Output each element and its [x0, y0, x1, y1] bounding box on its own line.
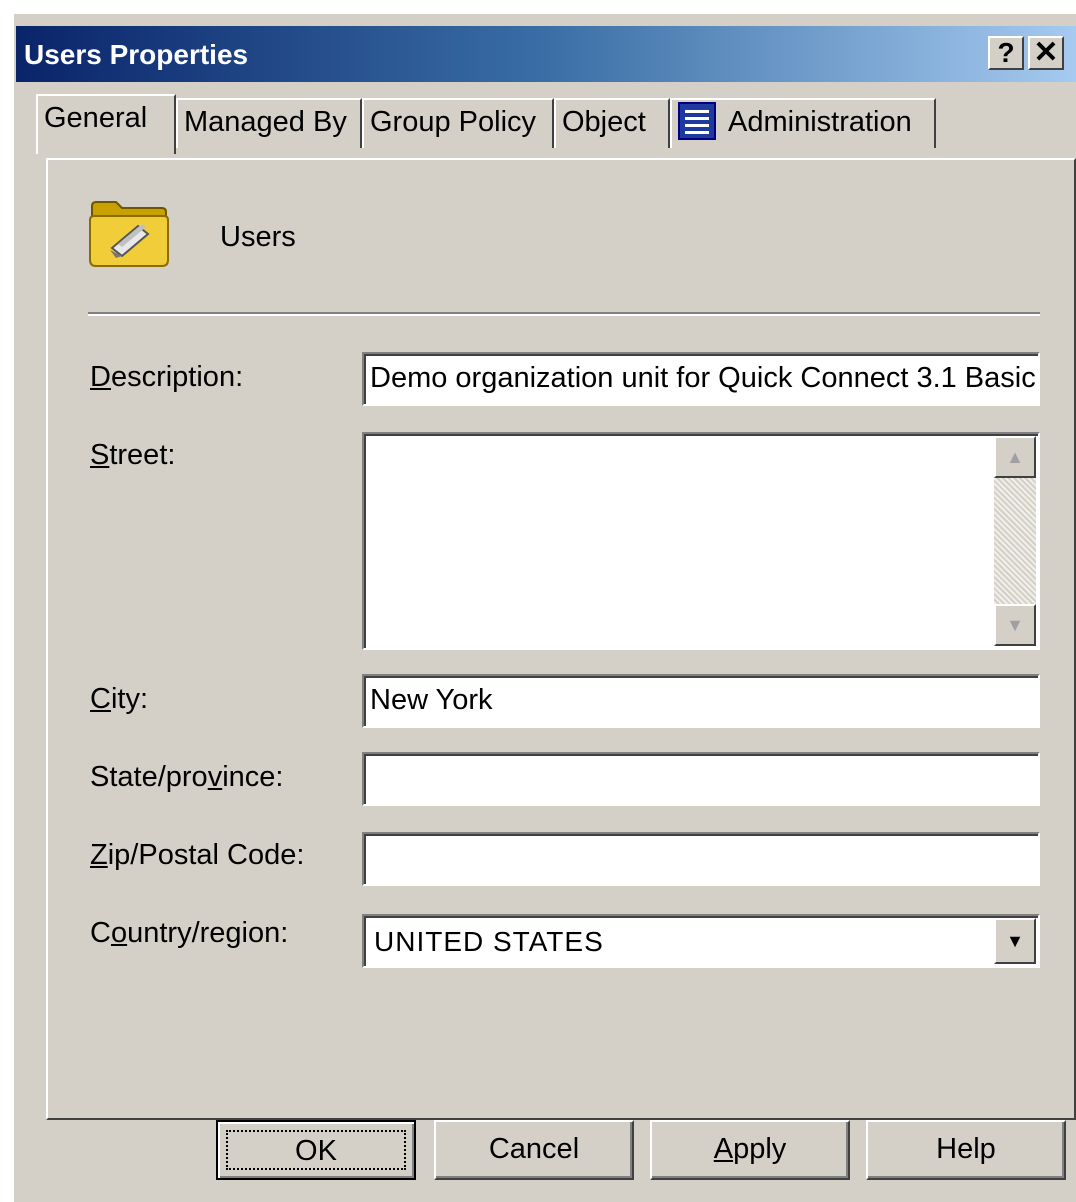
title-bar: Users Properties ? ✕	[16, 26, 1076, 82]
general-tab-panel: Users Description: Demo organization uni…	[46, 158, 1076, 1120]
country-label: Country/region:	[90, 917, 289, 949]
country-dropdown[interactable]: UNITED STATES ▼	[362, 914, 1040, 968]
chevron-down-icon[interactable]: ▼	[994, 918, 1036, 964]
apply-button[interactable]: Apply	[650, 1120, 850, 1180]
ok-button[interactable]: OK	[216, 1120, 416, 1180]
tab-managed-by[interactable]: Managed By	[176, 98, 362, 148]
tab-object[interactable]: Object	[554, 98, 670, 148]
scroll-down-button[interactable]: ▼	[994, 604, 1036, 646]
tab-administration[interactable]: Administration	[670, 98, 936, 148]
state-field[interactable]	[362, 752, 1040, 806]
help-title-button[interactable]: ?	[988, 36, 1024, 70]
properties-dialog: Users Properties ? ✕ General Managed By …	[12, 12, 1076, 1202]
ok-button-label: OK	[226, 1130, 406, 1170]
street-label: Street:	[90, 439, 176, 471]
country-value: UNITED STATES	[374, 926, 604, 957]
tab-administration-label: Administration	[728, 106, 912, 138]
close-button[interactable]: ✕	[1028, 36, 1064, 70]
street-scrollbar[interactable]: ▲ ▼	[994, 436, 1036, 646]
city-label: City:	[90, 683, 149, 715]
dialog-title: Users Properties	[24, 39, 249, 70]
tab-general[interactable]: General	[36, 94, 176, 154]
description-field[interactable]: Demo organization unit for Quick Connect…	[362, 352, 1040, 406]
scroll-up-button[interactable]: ▲	[994, 436, 1036, 478]
tab-managed-by-label: Managed By	[184, 106, 347, 138]
tab-object-label: Object	[562, 106, 646, 138]
tab-group-policy[interactable]: Group Policy	[362, 98, 554, 148]
description-label: Description:	[90, 361, 244, 393]
cancel-button[interactable]: Cancel	[434, 1120, 634, 1180]
administration-icon	[678, 102, 716, 141]
help-button[interactable]: Help	[866, 1120, 1066, 1180]
tab-group-policy-label: Group Policy	[370, 106, 537, 138]
folder-icon	[89, 201, 169, 267]
separator	[88, 312, 1040, 316]
object-name: Users	[220, 221, 296, 253]
zip-field[interactable]	[362, 832, 1040, 886]
street-field[interactable]: ▲ ▼	[362, 432, 1040, 650]
city-field[interactable]: New York	[362, 674, 1040, 728]
zip-label: Zip/Postal Code:	[90, 839, 305, 871]
tab-general-label: General	[44, 102, 148, 134]
state-label: State/province:	[90, 761, 284, 793]
